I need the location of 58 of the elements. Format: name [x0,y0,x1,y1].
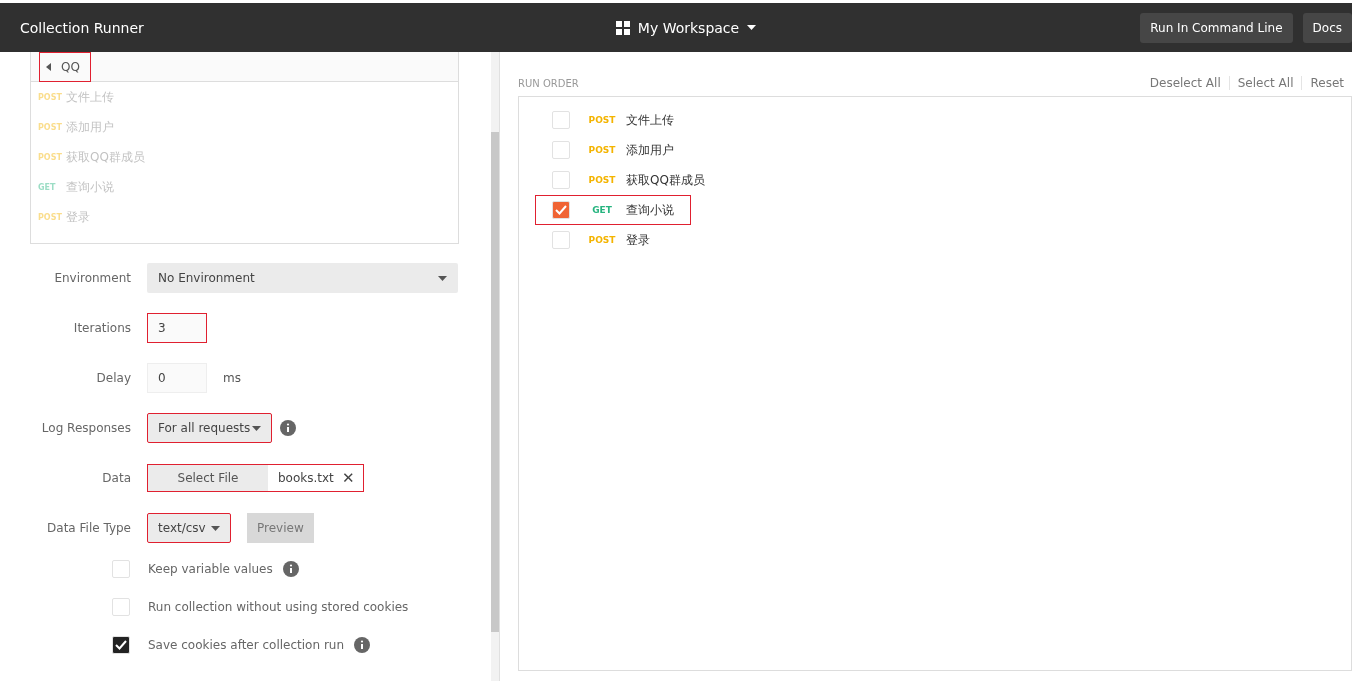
field-label: Delay [95,371,131,385]
log-responses-dropdown[interactable]: For all requests [147,413,272,443]
method-label: POST [38,122,60,132]
caret-icon [438,275,447,281]
section-title: RUN ORDER [518,77,579,89]
method-label: POST [38,212,60,222]
workspace-switcher[interactable]: My Workspace [615,19,757,36]
checkbox[interactable] [552,171,570,189]
scrollbar[interactable] [491,52,499,681]
select-file-button[interactable]: Select File [148,465,268,491]
checkbox[interactable] [552,111,570,129]
delay-field[interactable]: 0 [147,363,207,393]
info-icon[interactable] [354,637,371,653]
option-label: Run collection without using stored cookies [148,600,409,614]
collection-header[interactable]: QQ [39,51,91,82]
file-name: books.txt [278,471,334,485]
field-label: Data File Type [46,521,131,535]
option-label: Keep variable values [148,562,273,576]
unit-label: ms [223,371,241,385]
run-order-item[interactable]: GET 查询小说 [535,195,691,225]
field-label: Log Responses [40,421,131,435]
request-name: 查询小说 [66,178,114,196]
window-title: Collection Runner [20,19,145,36]
header-button[interactable]: Docs [1302,12,1352,43]
checkbox[interactable] [112,598,130,616]
field-label: Data [101,471,131,485]
file-type-dropdown[interactable]: text/csv [147,513,231,543]
run-order-item[interactable]: POST 文件上传 [535,105,691,135]
run-order-item[interactable]: POST 添加用户 [535,135,691,165]
caret-icon [747,25,757,30]
checkbox[interactable] [552,201,570,219]
run-order-item[interactable]: POST 登录 [535,225,687,255]
method-label: POST [38,152,60,162]
caret-icon [252,425,261,431]
header-button[interactable]: Run In Command Line [1140,12,1293,43]
caret-icon [46,62,51,71]
action-link[interactable]: Reset [1301,76,1352,90]
checkbox[interactable] [112,560,130,578]
checkbox[interactable] [112,636,130,654]
caret-icon [211,525,220,531]
field-label: Iterations [72,321,131,335]
checkbox[interactable] [552,141,570,159]
option-label: Save cookies after collection run [148,638,345,652]
grid-icon [615,20,630,35]
action-link[interactable]: Select All [1228,76,1302,90]
method-label: GET [38,182,57,192]
info-icon[interactable] [282,561,299,577]
checkbox[interactable] [552,231,570,249]
field-label: Environment [53,271,131,285]
run-order-item[interactable]: POST 获取QQ群成员 [535,165,722,195]
info-icon[interactable] [280,420,296,436]
action-link[interactable]: Deselect All [1141,76,1229,90]
iterations-field[interactable]: 3 [147,313,207,343]
close-button[interactable]: ✕ [341,469,363,487]
request-name: 添加用户 [66,118,114,136]
environment-dropdown[interactable]: No Environment [147,263,458,293]
method-label: POST [38,92,60,102]
request-name: 登录 [66,208,90,226]
